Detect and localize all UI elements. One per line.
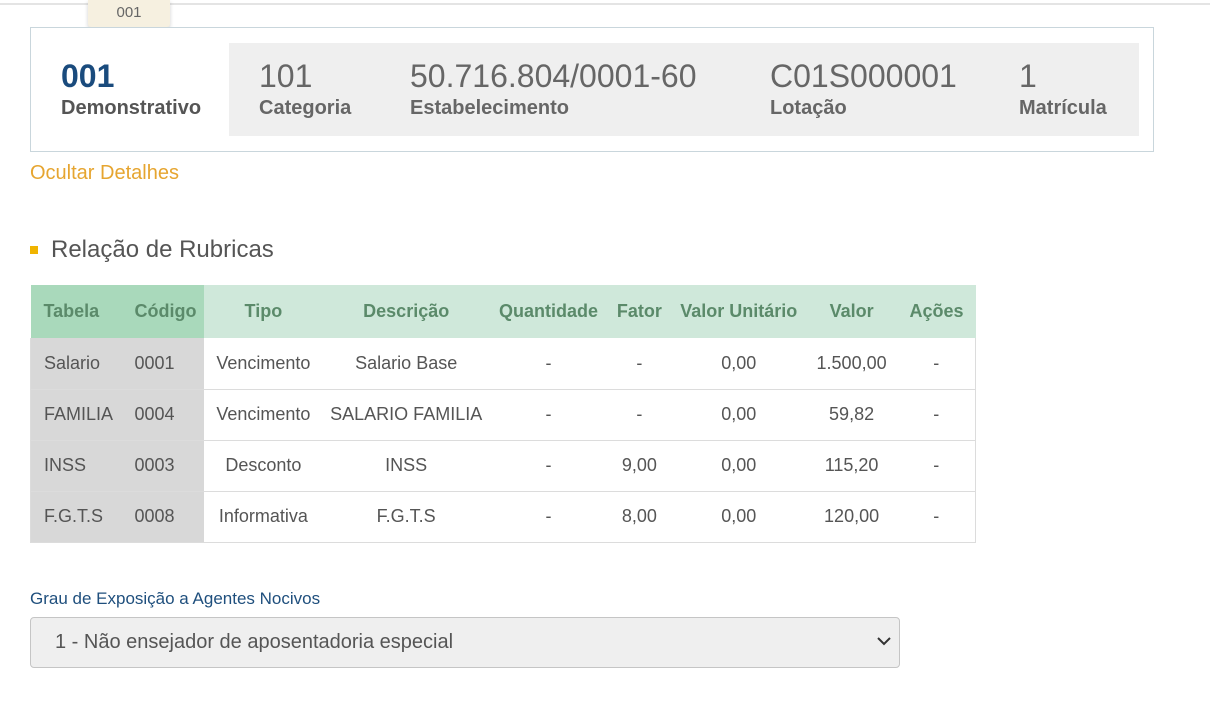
- cell-fator: -: [606, 338, 672, 390]
- summary-panel: 001 Demonstrativo 101 Categoria 50.716.8…: [30, 27, 1154, 152]
- header-quantidade[interactable]: Quantidade: [490, 285, 607, 338]
- header-acoes: Ações: [897, 285, 976, 338]
- cell-acoes[interactable]: -: [897, 389, 976, 441]
- lotacao-label: Lotação: [770, 97, 847, 119]
- categoria-label: Categoria: [259, 97, 352, 119]
- cell-valor: 115,20: [805, 440, 898, 492]
- cell-tipo: Vencimento: [204, 338, 323, 390]
- cell-descricao: SALARIO FAMILIA: [322, 389, 491, 441]
- summary-details-panel: 101 Categoria 50.716.804/0001-60 Estabel…: [229, 43, 1139, 136]
- lotacao-value: C01S000001: [770, 58, 957, 94]
- cell-codigo: 0001: [121, 338, 205, 390]
- demonstrativo-label: Demonstrativo: [61, 97, 202, 119]
- chevron-down-icon: [877, 618, 891, 646]
- cell-valor-unitario: 0,00: [671, 440, 806, 492]
- matricula-label: Matrícula: [1019, 97, 1107, 119]
- table-header-row: Tabela Código Tipo Descrição Quantidade …: [30, 285, 976, 338]
- cell-tabela: Salario: [30, 338, 122, 390]
- header-tabela[interactable]: Tabela: [30, 285, 122, 338]
- cell-quantidade: -: [490, 338, 607, 390]
- cell-acoes[interactable]: -: [897, 440, 976, 492]
- header-codigo[interactable]: Código: [121, 285, 205, 338]
- cell-fator: 8,00: [606, 491, 672, 543]
- matricula-value: 1: [1019, 58, 1037, 94]
- header-valor[interactable]: Valor: [805, 285, 898, 338]
- categoria-value: 101: [259, 58, 313, 94]
- cell-fator: 9,00: [606, 440, 672, 492]
- cell-quantidade: -: [490, 389, 607, 441]
- cell-codigo: 0004: [121, 389, 205, 441]
- section-title: Relação de Rubricas: [30, 236, 274, 264]
- demonstrativo-value: 001: [61, 58, 115, 94]
- summary-matricula: 1 Matrícula: [1019, 58, 1107, 120]
- summary-categoria: 101 Categoria: [259, 58, 351, 120]
- section-title-text: Relação de Rubricas: [51, 236, 274, 263]
- exposicao-selected-value: 1 - Não ensejador de aposentadoria espec…: [55, 631, 454, 653]
- cell-acoes[interactable]: -: [897, 491, 976, 543]
- header-descricao[interactable]: Descrição: [322, 285, 491, 338]
- summary-lotacao: C01S000001 Lotação: [770, 58, 957, 120]
- cell-descricao: Salario Base: [322, 338, 491, 390]
- cell-quantidade: -: [490, 440, 607, 492]
- header-valor-unitario[interactable]: Valor Unitário: [671, 285, 806, 338]
- demonstrativo-tooltip: 001: [88, 0, 170, 27]
- cell-codigo: 0008: [121, 491, 205, 543]
- cell-tabela: INSS: [30, 440, 122, 492]
- header-tipo[interactable]: Tipo: [204, 285, 323, 338]
- cell-tipo: Desconto: [204, 440, 323, 492]
- cell-tipo: Vencimento: [204, 389, 323, 441]
- cell-acoes[interactable]: -: [897, 338, 976, 390]
- summary-estabelecimento: 50.716.804/0001-60 Estabelecimento: [410, 58, 696, 120]
- rubricas-table: Tabela Código Tipo Descrição Quantidade …: [30, 285, 976, 543]
- table-row: Salario 0001 Vencimento Salario Base - -…: [30, 338, 976, 390]
- estabelecimento-value: 50.716.804/0001-60: [410, 58, 697, 94]
- top-divider: [0, 3, 1210, 5]
- estabelecimento-label: Estabelecimento: [410, 97, 569, 119]
- cell-valor-unitario: 0,00: [671, 389, 806, 441]
- summary-demonstrativo[interactable]: 001 Demonstrativo: [61, 58, 201, 120]
- cell-valor-unitario: 0,00: [671, 338, 806, 390]
- cell-valor: 120,00: [805, 491, 898, 543]
- cell-tabela: FAMILIA: [30, 389, 122, 441]
- table-row: FAMILIA 0004 Vencimento SALARIO FAMILIA …: [30, 389, 976, 441]
- cell-tabela: F.G.T.S: [30, 491, 122, 543]
- cell-valor: 1.500,00: [805, 338, 898, 390]
- cell-fator: -: [606, 389, 672, 441]
- header-fator[interactable]: Fator: [606, 285, 672, 338]
- exposicao-label: Grau de Exposição a Agentes Nocivos: [30, 589, 321, 608]
- cell-tipo: Informativa: [204, 491, 323, 543]
- cell-codigo: 0003: [121, 440, 205, 492]
- hide-details-link[interactable]: Ocultar Detalhes: [30, 162, 179, 185]
- cell-valor: 59,82: [805, 389, 898, 441]
- exposicao-select[interactable]: 1 - Não ensejador de aposentadoria espec…: [30, 617, 900, 668]
- cell-descricao: F.G.T.S: [322, 491, 491, 543]
- table-row: F.G.T.S 0008 Informativa F.G.T.S - 8,00 …: [30, 491, 976, 543]
- cell-descricao: INSS: [322, 440, 491, 492]
- section-bullet-icon: [30, 246, 38, 254]
- cell-quantidade: -: [490, 491, 607, 543]
- table-row: INSS 0003 Desconto INSS - 9,00 0,00 115,…: [30, 440, 976, 492]
- cell-valor-unitario: 0,00: [671, 491, 806, 543]
